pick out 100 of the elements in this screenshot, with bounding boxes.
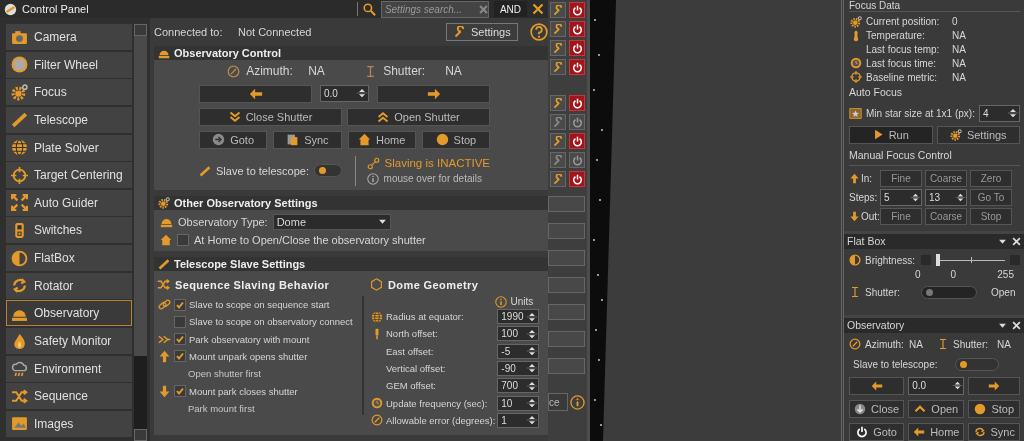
rotate-left-button[interactable] (199, 84, 312, 103)
power-button[interactable] (569, 171, 585, 187)
help-icon[interactable] (530, 23, 549, 41)
power-button[interactable] (569, 114, 585, 130)
input-field[interactable]: ce (548, 393, 568, 411)
close-icon[interactable] (532, 3, 544, 15)
checkbox[interactable] (174, 298, 186, 311)
sidebar-item[interactable]: Safety Monitor (6, 328, 132, 355)
sidebar-item[interactable]: Focus (6, 79, 132, 106)
power-button[interactable] (569, 59, 585, 75)
spin-buttons[interactable] (526, 379, 539, 392)
number-field[interactable]: 1 (497, 412, 540, 428)
spin-buttons[interactable] (526, 345, 539, 358)
sidebar-item[interactable]: Switches (6, 217, 132, 244)
input-field[interactable] (548, 277, 585, 293)
dome-action-button[interactable]: Open (908, 400, 965, 418)
sidebar-item[interactable]: Sequence (6, 383, 132, 410)
sidebar-item[interactable]: FlatBox (6, 245, 132, 272)
checkbox[interactable] (174, 333, 186, 346)
focus-out-button[interactable]: Coarse (925, 208, 967, 225)
input-field[interactable] (548, 331, 585, 347)
toggle-switch[interactable] (313, 164, 342, 178)
toggle-switch[interactable] (955, 358, 999, 371)
sidebar-item[interactable]: Plate Solver (6, 134, 132, 161)
settings-button[interactable]: Settings (936, 126, 1020, 144)
number-field[interactable]: -5 (497, 343, 540, 359)
spin-buttons[interactable] (526, 414, 539, 427)
dome-action-button[interactable]: Home (908, 423, 965, 441)
sidebar-item[interactable]: Telescope (6, 106, 132, 133)
focus-out-button[interactable]: Fine (880, 208, 922, 225)
spin-buttons[interactable] (356, 87, 368, 100)
dome-action-button[interactable]: Home (347, 130, 416, 149)
number-field[interactable]: 700 (497, 378, 540, 394)
focus-out-button[interactable]: Stop (970, 208, 1012, 225)
rotate-right-button[interactable] (377, 84, 490, 103)
number-field[interactable]: 4 (978, 105, 1020, 122)
sidebar-item[interactable]: Camera (6, 24, 132, 50)
power-button[interactable] (569, 2, 585, 18)
sidebar-item[interactable]: Environment (6, 355, 132, 382)
settings-button[interactable]: Settings (446, 23, 519, 41)
dome-action-button[interactable]: Goto (849, 423, 905, 441)
scrollbar[interactable] (134, 24, 147, 441)
info-icon[interactable] (570, 394, 585, 410)
dome-action-button[interactable]: Sync (968, 423, 1020, 441)
sidebar-item[interactable]: Images (6, 410, 132, 437)
sidebar-item[interactable]: Filter Wheel (6, 51, 132, 78)
number-field[interactable]: 100 (497, 326, 540, 342)
sidebar-item[interactable]: Observatory (6, 300, 132, 327)
open-shutter-button[interactable]: Open Shutter (347, 107, 490, 126)
number-field[interactable]: -90 (497, 360, 540, 376)
dome-action-button[interactable]: Goto (199, 130, 268, 149)
rotate-right-button[interactable] (968, 377, 1020, 395)
steps-field[interactable]: 13 (925, 189, 967, 206)
power-button[interactable] (569, 40, 585, 56)
input-field[interactable] (548, 196, 585, 212)
spin-buttons[interactable] (955, 192, 966, 203)
spin-buttons[interactable] (952, 380, 964, 392)
caret-icon[interactable] (998, 237, 1007, 246)
checkbox[interactable] (174, 385, 186, 398)
input-field[interactable] (548, 304, 585, 320)
checkbox[interactable] (174, 315, 186, 328)
caret-icon[interactable] (998, 321, 1007, 330)
dome-action-button[interactable]: Stop (421, 130, 490, 149)
step-field[interactable]: 0.0 (908, 377, 965, 395)
sidebar-item[interactable]: Auto Guider (6, 189, 132, 216)
input-field[interactable] (548, 250, 585, 266)
toggle-switch[interactable] (921, 286, 977, 299)
spin-buttons[interactable] (910, 192, 921, 203)
input-field[interactable] (548, 358, 585, 374)
sidebar-item[interactable]: Rotator (6, 272, 132, 299)
dome-action-button[interactable]: Close (849, 400, 905, 418)
input-field[interactable] (548, 223, 585, 239)
step-field[interactable]: 0.0 (320, 84, 369, 102)
power-button[interactable] (569, 152, 585, 168)
sidebar-item[interactable]: Target Centering (6, 162, 132, 189)
spin-buttons[interactable] (526, 310, 539, 323)
and-button[interactable]: AND (493, 1, 527, 17)
dome-action-button[interactable]: Sync (273, 130, 342, 149)
go-to-button[interactable]: Go To (970, 189, 1012, 206)
checkbox[interactable] (174, 350, 186, 363)
number-field[interactable]: 1990 (497, 309, 540, 325)
spin-buttons[interactable] (526, 397, 539, 410)
search-field[interactable]: Settings search... (380, 0, 489, 18)
spin-buttons[interactable] (1007, 107, 1019, 120)
observatory-type-dropdown[interactable]: Dome (272, 213, 391, 230)
clear-icon[interactable] (477, 3, 489, 15)
checkbox[interactable] (177, 233, 189, 246)
power-button[interactable] (569, 21, 585, 37)
number-field[interactable]: 10 (497, 395, 540, 411)
focus-in-button[interactable]: Fine (880, 170, 922, 187)
power-button[interactable] (569, 133, 585, 149)
rotate-left-button[interactable] (849, 377, 905, 395)
close-shutter-button[interactable]: Close Shutter (199, 107, 342, 126)
spin-buttons[interactable] (526, 362, 539, 375)
focus-in-button[interactable]: Zero (970, 170, 1012, 187)
slider-thumb[interactable] (936, 254, 940, 267)
steps-field[interactable]: 5 (880, 189, 922, 206)
run-button[interactable]: Run (849, 126, 933, 144)
power-button[interactable] (569, 95, 585, 111)
spin-buttons[interactable] (526, 327, 539, 340)
